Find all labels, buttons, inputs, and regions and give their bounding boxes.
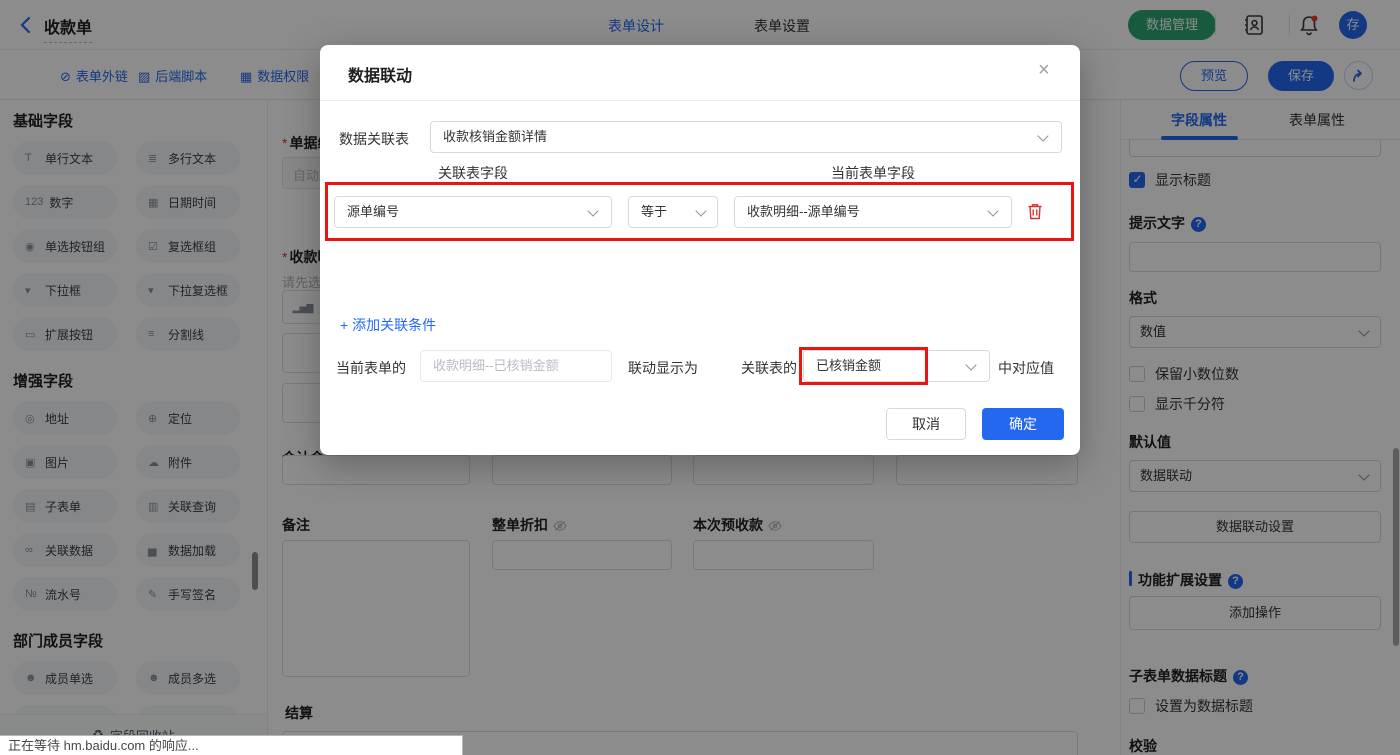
condition-field-value: 源单编号 — [347, 204, 399, 219]
related-field-select[interactable]: 已核销金额 — [803, 350, 990, 382]
browser-status-bar: 正在等待 hm.baidu.com 的响应... — [0, 735, 463, 755]
modal-title: 数据联动 — [348, 62, 412, 86]
chevron-down-icon — [965, 359, 976, 370]
add-condition-label: 添加关联条件 — [352, 317, 436, 333]
current-form-label: 当前表单的 — [336, 358, 406, 378]
current-form-field-input[interactable]: 收款明细--已核销金额 — [420, 350, 612, 382]
condition-operator-select[interactable]: 等于 — [628, 196, 718, 228]
add-condition-link[interactable]: + 添加关联条件 — [340, 315, 436, 335]
column-header-current-field: 当前表单字段 — [734, 163, 1012, 183]
close-icon[interactable]: × — [1038, 59, 1050, 82]
condition-target-value: 收款明细--源单编号 — [747, 204, 860, 219]
plus-icon: + — [340, 317, 348, 333]
chevron-down-icon — [695, 205, 706, 216]
relation-table-label: 数据关联表 — [339, 129, 409, 149]
chevron-down-icon — [587, 205, 598, 216]
cancel-button[interactable]: 取消 — [886, 408, 966, 440]
related-table-label: 关联表的 — [741, 358, 797, 378]
delete-condition-trash-icon[interactable] — [1026, 202, 1044, 226]
related-field-value: 已核销金额 — [816, 358, 881, 373]
chevron-down-icon — [987, 205, 998, 216]
relation-table-select[interactable]: 收款核销金额详情 — [430, 121, 1062, 153]
relation-table-value: 收款核销金额详情 — [443, 129, 547, 144]
column-header-related-field: 关联表字段 — [334, 163, 612, 183]
modal-header-divider — [320, 100, 1080, 101]
suffix-label: 中对应值 — [998, 358, 1054, 378]
linkage-display-label: 联动显示为 — [628, 358, 698, 378]
chevron-down-icon — [1037, 130, 1048, 141]
confirm-button[interactable]: 确定 — [982, 408, 1064, 440]
condition-target-select[interactable]: 收款明细--源单编号 — [734, 196, 1012, 228]
data-linkage-modal: 数据联动 × 数据关联表 收款核销金额详情 关联表字段 当前表单字段 源单编号 … — [320, 45, 1080, 455]
condition-field-select[interactable]: 源单编号 — [334, 196, 612, 228]
condition-operator-value: 等于 — [641, 204, 667, 219]
